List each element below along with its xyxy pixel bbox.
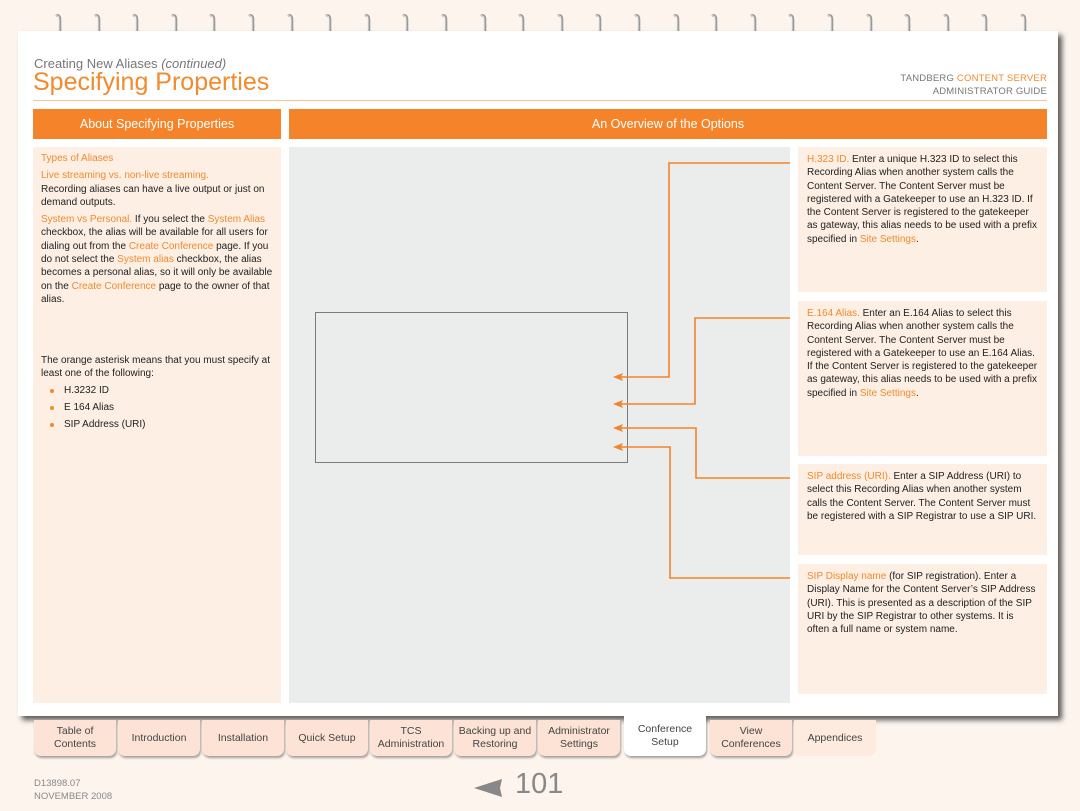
tab-label: Conference	[637, 723, 693, 735]
document-id: D13898.07	[34, 778, 81, 789]
sp-title: System vs Personal.	[41, 214, 133, 226]
tab-label: Administrator	[548, 725, 610, 737]
types-title: Types of Aliases	[41, 153, 114, 164]
tab-label: Setup	[651, 736, 679, 748]
bullet-item: H.3232 ID	[41, 383, 277, 400]
option-title: SIP address (URI).	[807, 471, 891, 482]
tab-conference-setup[interactable]: Conference Setup	[624, 716, 706, 756]
form-screenshot-frame	[315, 312, 628, 463]
tab-label: Settings	[560, 738, 598, 750]
page-title: Specifying Properties	[33, 68, 270, 96]
live-streaming-paragraph: Live streaming vs. non-live streaming. Re…	[41, 169, 277, 209]
previous-page-arrow-icon[interactable]	[474, 778, 504, 798]
sp-text: If you select the	[132, 214, 208, 226]
option-sip-address: SIP address (URI). Enter a SIP Address (…	[798, 464, 1047, 555]
system-alias-link[interactable]: System alias	[117, 254, 174, 265]
option-title: H.323 ID.	[807, 154, 850, 165]
tab-label: Restoring	[472, 738, 518, 750]
product-name: CONTENT SERVER	[956, 73, 1047, 84]
tab-label: Appendices	[807, 731, 863, 744]
option-e164: E.164 Alias. Enter an E.164 Alias to sel…	[798, 301, 1047, 456]
option-text: SIP Display name (for SIP registration).…	[807, 570, 1038, 636]
callout-line-e164	[621, 317, 790, 405]
screenshot-placeholder-diagram	[289, 147, 790, 703]
tab-installation[interactable]: Installation	[202, 720, 284, 756]
bullet-text: H.3232 ID	[64, 385, 110, 397]
tab-label: Installation	[217, 731, 269, 744]
system-alias-link[interactable]: System Alias	[208, 214, 265, 225]
site-settings-link[interactable]: Site Settings	[860, 234, 916, 245]
left-section-heading: About Specifying Properties	[33, 109, 281, 139]
option-body: Enter a unique H.323 ID to select this R…	[807, 154, 1037, 245]
main-section-heading: An Overview of the Options	[289, 109, 1047, 139]
document-date: NOVEMBER 2008	[34, 791, 113, 802]
tab-label: View	[739, 725, 763, 737]
option-title: SIP Display name	[807, 571, 887, 582]
tab-administrator-settings[interactable]: Administrator Settings	[538, 720, 620, 756]
live-title: Live streaming vs. non-live streaming.	[41, 170, 209, 182]
option-end: .	[915, 387, 919, 399]
option-sip-display-name: SIP Display name (for SIP registration).…	[798, 564, 1047, 694]
option-h323: H.323 ID. Enter a unique H.323 ID to sel…	[798, 147, 1047, 292]
create-conference-link[interactable]: Create Conference	[129, 241, 214, 252]
tab-label: Introduction	[131, 731, 187, 744]
brand-block: TANDBERG CONTENT SERVER ADMINISTRATOR GU…	[900, 72, 1047, 98]
bullet-item: SIP Address (URI)	[41, 417, 277, 434]
option-text: SIP address (URI). Enter a SIP Address (…	[807, 470, 1038, 523]
tab-tcs-administration[interactable]: TCS Administration	[370, 720, 452, 756]
tab-label: Contents	[53, 738, 97, 750]
tab-label: Administration	[377, 738, 445, 750]
bullet-text: E 164 Alias	[64, 402, 115, 414]
option-text: E.164 Alias. Enter an E.164 Alias to sel…	[807, 307, 1038, 400]
tab-label: TCS	[400, 725, 422, 737]
option-text: H.323 ID. Enter a unique H.323 ID to sel…	[807, 153, 1038, 246]
callout-line-sip-address	[621, 427, 790, 479]
about-panel: Types of Aliases Live streaming vs. non-…	[33, 147, 281, 703]
tab-label: Backing up and	[458, 725, 532, 737]
callout-line-h323	[621, 162, 790, 378]
option-end: .	[915, 233, 919, 245]
option-body: Enter an E.164 Alias to select this Reco…	[807, 308, 1038, 399]
bullet-icon	[50, 423, 54, 428]
site-settings-link[interactable]: Site Settings	[860, 388, 916, 399]
document-footer: D13898.07 NOVEMBER 2008	[34, 777, 112, 803]
bullet-text: SIP Address (URI)	[64, 419, 146, 431]
tab-appendices[interactable]: Appendices	[794, 720, 876, 756]
create-conference-link[interactable]: Create Conference	[72, 281, 157, 292]
system-personal-paragraph: System vs Personal. If you select the Sy…	[41, 213, 277, 306]
tab-label: Conferences	[721, 738, 781, 750]
tab-view-conferences[interactable]: View Conferences	[710, 720, 792, 756]
bullet-icon	[50, 406, 54, 411]
brand-name: TANDBERG	[900, 73, 957, 84]
tab-introduction[interactable]: Introduction	[118, 720, 200, 756]
header-divider	[33, 100, 1047, 101]
bullet-icon	[50, 389, 54, 394]
callout-line-sip-display	[621, 446, 790, 579]
tab-quick-setup[interactable]: Quick Setup	[286, 720, 368, 756]
asterisk-note: The orange asterisk means that you must …	[41, 355, 270, 380]
page-number: 101	[515, 768, 564, 800]
live-body: Recording aliases can have a live output…	[41, 183, 265, 208]
tab-label: Quick Setup	[298, 731, 356, 744]
option-title: E.164 Alias.	[807, 308, 860, 319]
tab-table-of-contents[interactable]: Table of Contents	[34, 720, 116, 756]
guide-name: ADMINISTRATOR GUIDE	[932, 86, 1047, 97]
tab-backing-up-restoring[interactable]: Backing up and Restoring	[454, 720, 536, 756]
tab-label: Table of	[56, 725, 94, 737]
bullet-item: E 164 Alias	[41, 400, 277, 417]
